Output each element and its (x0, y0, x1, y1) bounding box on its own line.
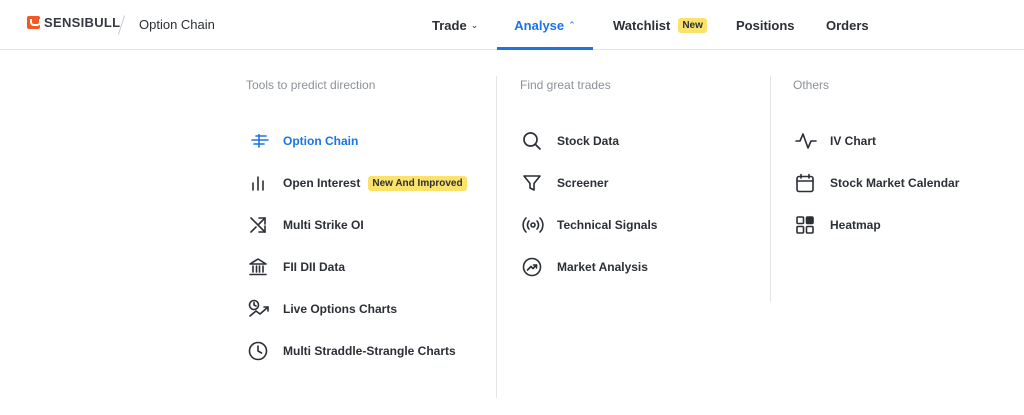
bar-chart-icon (248, 173, 276, 193)
section-title: Others (793, 78, 830, 92)
nav-analyse-label: Analyse (514, 17, 565, 33)
grid-icon (795, 215, 823, 235)
nav-watchlist[interactable]: Watchlist New (613, 0, 707, 50)
menu-item-label: Multi Straddle-Strangle Charts (283, 344, 456, 358)
menu-item-label: IV Chart (830, 134, 877, 148)
search-icon (522, 131, 550, 151)
menu-item-heatmap[interactable]: Heatmap (793, 201, 1013, 249)
brand-name: SENSIBULL (44, 15, 121, 30)
shuffle-icon (248, 215, 276, 235)
trend-chart-icon (248, 299, 276, 319)
menu-item-label: Stock Market Calendar (830, 176, 960, 190)
menu-item-label: Screener (557, 176, 609, 190)
active-tab-indicator (497, 47, 593, 50)
menu-item-label: Option Chain (283, 134, 359, 148)
filter-icon (522, 173, 550, 193)
menu-item-open-interest[interactable]: Open Interest New And Improved (246, 159, 496, 207)
trend-circle-icon (522, 257, 550, 277)
column-divider (496, 76, 497, 398)
nav-orders-label: Orders (826, 17, 869, 33)
section-title: Tools to predict direction (246, 78, 376, 92)
menu-item-label: Technical Signals (557, 218, 658, 232)
menu-item-multi-strike-oi[interactable]: Multi Strike OI (246, 201, 496, 249)
menu-item-stock-market-calendar[interactable]: Stock Market Calendar (793, 159, 1013, 207)
chevron-down-icon: ⌄ (470, 19, 479, 30)
broadcast-icon (522, 215, 550, 235)
menu-item-label: Open Interest (283, 176, 361, 190)
menu-column-predict-direction: Tools to predict direction Option Chain … (246, 75, 496, 375)
pulse-icon (795, 131, 823, 151)
top-navbar: SENSIBULL Option Chain Trade ⌄ Analyse ⌃… (0, 0, 1024, 50)
menu-item-label: Heatmap (830, 218, 881, 232)
nav-positions-label: Positions (736, 17, 795, 33)
new-badge: New (678, 17, 707, 33)
clock-icon (248, 341, 276, 361)
nav-trade[interactable]: Trade ⌄ (432, 0, 478, 50)
calendar-icon (795, 173, 823, 193)
menu-item-technical-signals[interactable]: Technical Signals (520, 201, 770, 249)
menu-item-label: Stock Data (557, 134, 620, 148)
breadcrumb-page: Option Chain (139, 17, 215, 32)
sensibull-logo-icon (27, 16, 41, 29)
bank-icon (248, 257, 276, 277)
section-title: Find great trades (520, 78, 611, 92)
column-divider (770, 76, 771, 302)
nav-positions[interactable]: Positions (736, 0, 795, 50)
nav-trade-label: Trade (432, 17, 467, 33)
nav-orders[interactable]: Orders (826, 0, 869, 50)
menu-item-multi-straddle-strangle-charts[interactable]: Multi Straddle-Strangle Charts (246, 327, 496, 375)
menu-item-screener[interactable]: Screener (520, 159, 770, 207)
option-chain-icon (248, 131, 276, 151)
menu-item-market-analysis[interactable]: Market Analysis (520, 243, 770, 291)
menu-item-label: Market Analysis (557, 260, 648, 274)
menu-item-label: Live Options Charts (283, 302, 398, 316)
nav-watchlist-label: Watchlist (613, 17, 671, 33)
menu-item-label: FII DII Data (283, 260, 346, 274)
menu-item-option-chain[interactable]: Option Chain (246, 117, 496, 165)
nav-analyse[interactable]: Analyse ⌃ (497, 0, 593, 50)
menu-item-stock-data[interactable]: Stock Data (520, 117, 770, 165)
menu-column-others: Others IV Chart Stock Market Calendar He… (793, 75, 1013, 249)
new-and-improved-badge: New And Improved (368, 175, 467, 191)
menu-item-live-options-charts[interactable]: Live Options Charts (246, 285, 496, 333)
menu-column-find-trades: Find great trades Stock Data Screener Te… (520, 75, 770, 291)
menu-item-fii-dii-data[interactable]: FII DII Data (246, 243, 496, 291)
chevron-up-icon: ⌃ (568, 19, 576, 30)
menu-item-iv-chart[interactable]: IV Chart (793, 117, 1013, 165)
menu-item-label: Multi Strike OI (283, 218, 364, 232)
brand-logo[interactable]: SENSIBULL (27, 15, 120, 30)
